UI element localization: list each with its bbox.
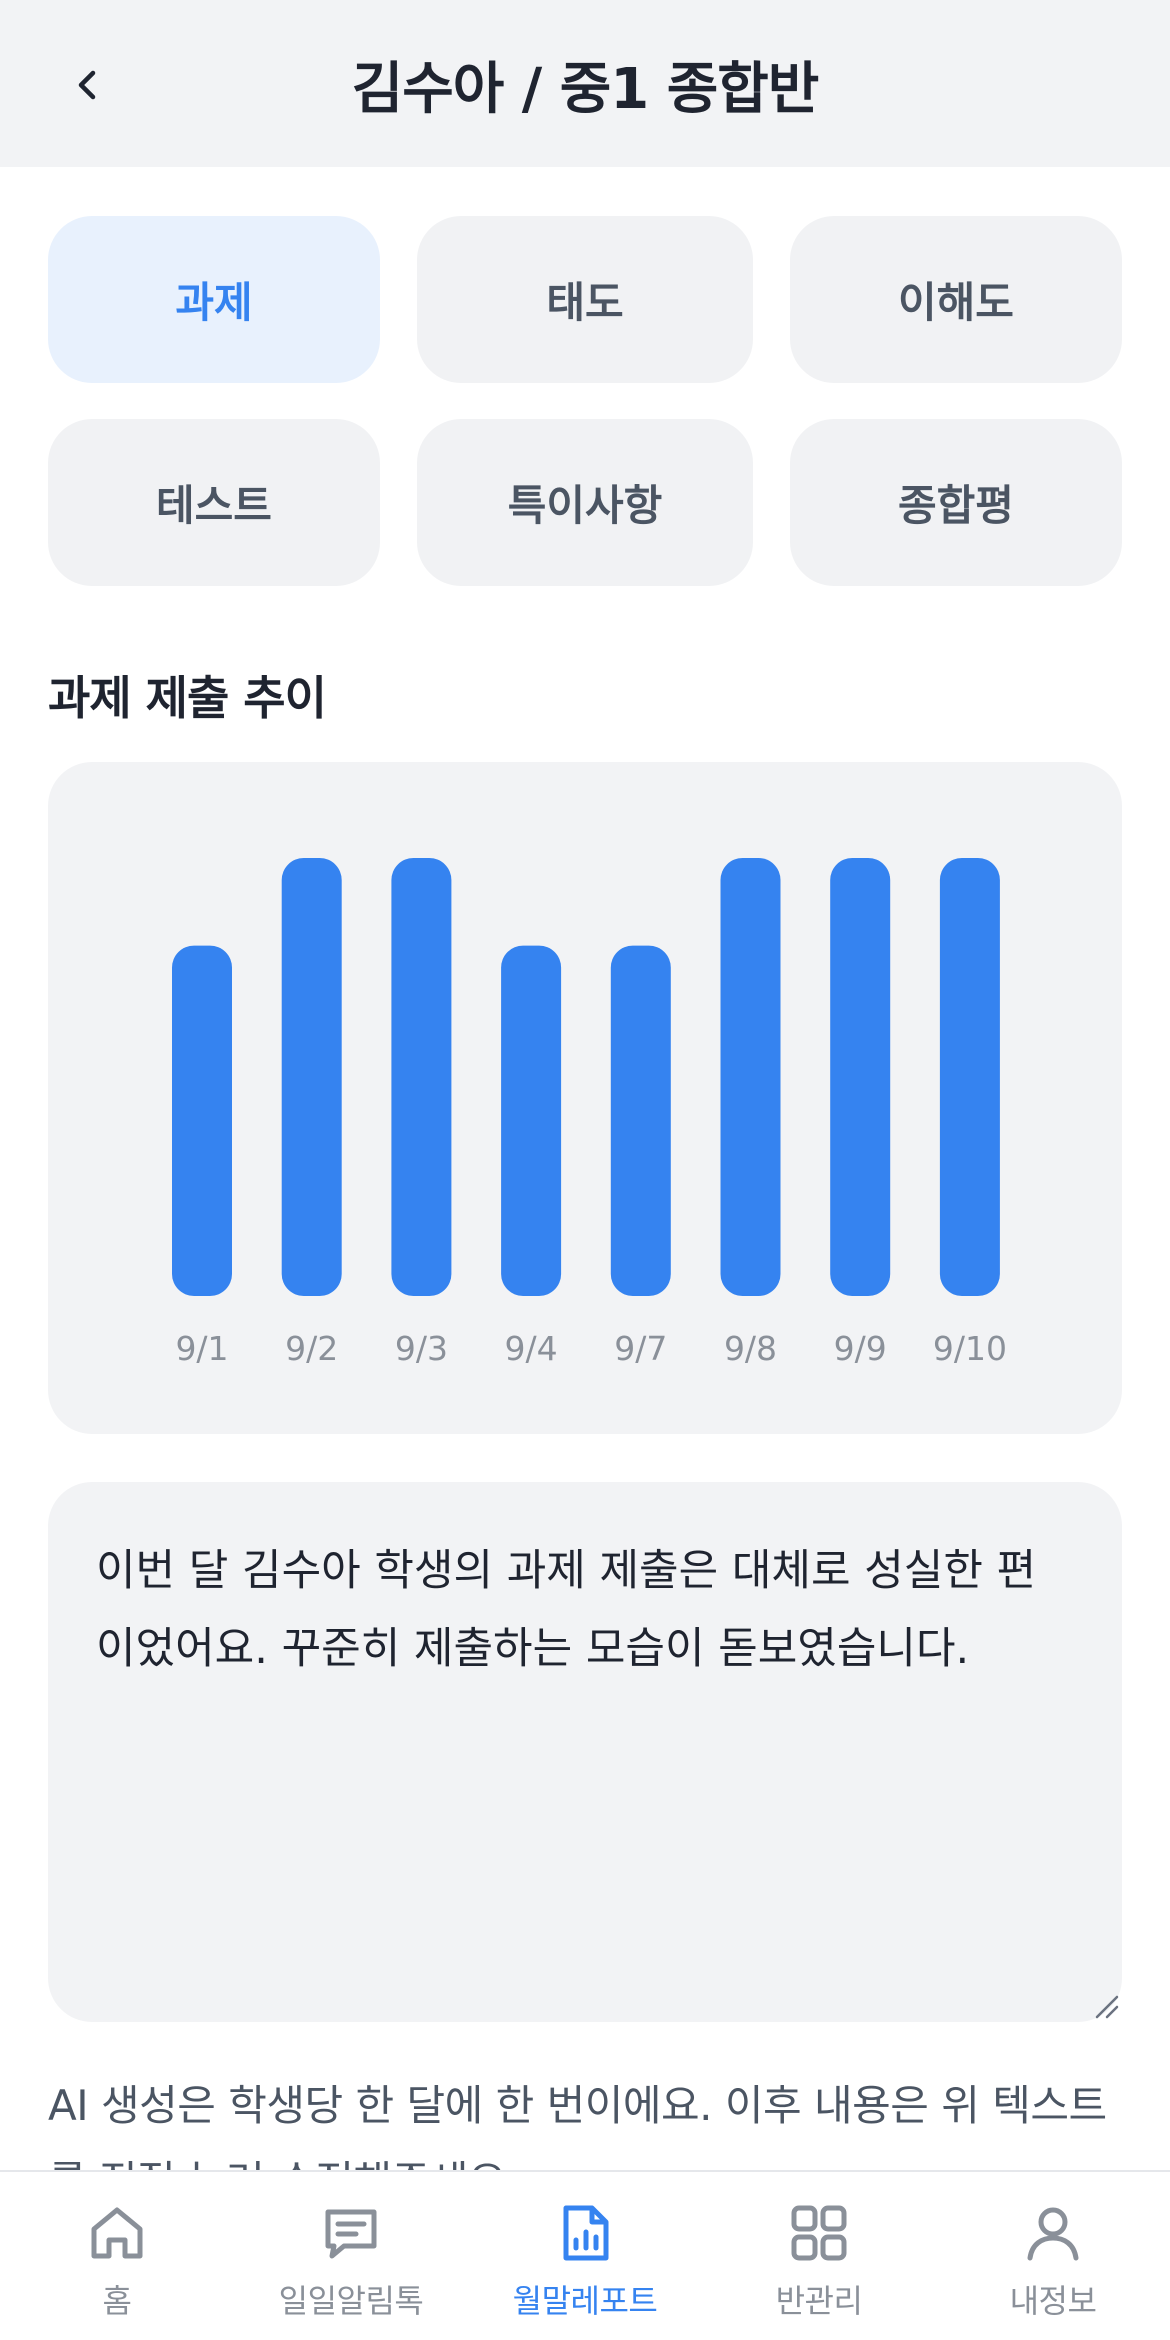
message-icon: [325, 2209, 377, 2259]
chart-bar-9/2: [281, 858, 342, 1296]
tab-notes[interactable]: 특이사항: [417, 419, 753, 586]
nav-label-monthly-report: 월말레포트: [512, 2282, 658, 2320]
chart-tick-label: 9/9: [834, 1329, 887, 1368]
nav-item-class-manage[interactable]: 반관리: [702, 2172, 936, 2340]
tab-overall[interactable]: 종합평: [790, 419, 1122, 586]
tab-understanding[interactable]: 이해도: [790, 216, 1122, 383]
chart-card: 9/1 9/2 9/3 9/4 9/7 9/8 9/9 9/10: [48, 762, 1122, 1434]
nav-item-my-info[interactable]: 내정보: [936, 2172, 1170, 2340]
chart-bar-9/4: [501, 945, 562, 1296]
chart-tick-label: 9/4: [505, 1329, 558, 1368]
chart-tick-label: 9/1: [175, 1329, 228, 1368]
chart-bar-9/8: [720, 858, 781, 1296]
chart-tick-label: 9/10: [933, 1329, 1007, 1368]
nav-label-class-manage: 반관리: [775, 2282, 863, 2320]
resize-handle-icon[interactable]: [1093, 1993, 1119, 2019]
bottom-nav: 홈 일일알림톡 월말레포트 반관리 내정보: [0, 2170, 1170, 2340]
user-icon: [1027, 2207, 1079, 2261]
nav-label-my-info: 내정보: [1009, 2282, 1097, 2320]
home-icon: [91, 2207, 143, 2259]
nav-label-daily-message: 일일알림톡: [278, 2282, 424, 2320]
tab-attitude[interactable]: 태도: [417, 216, 753, 383]
nav-item-home[interactable]: 홈: [0, 2172, 234, 2340]
chart-tick-label: 9/2: [285, 1329, 338, 1368]
chart-bar-9/1: [172, 945, 232, 1296]
chart-bar-9/7: [610, 945, 671, 1296]
chart-bar-9/9: [830, 858, 891, 1296]
comment-textarea[interactable]: 이번 달 김수아 학생의 과제 제출은 대체로 성실한 편이었어요. 꾸준히 제…: [48, 1482, 1122, 2022]
assignment-chart: 9/1 9/2 9/3 9/4 9/7 9/8 9/9 9/10: [172, 858, 1007, 1368]
chart-bar-9/10: [939, 858, 1000, 1296]
report-icon: [563, 2205, 609, 2261]
page-title: 김수아 / 중1 종합반: [351, 57, 820, 122]
chart-bar-9/3: [391, 858, 452, 1296]
chart-tick-label: 9/7: [614, 1329, 667, 1368]
nav-item-monthly-report[interactable]: 월말레포트: [468, 2172, 702, 2340]
app-header: 김수아 / 중1 종합반: [0, 0, 1170, 167]
category-tabs: 과제 태도 이해도 테스트 특이사항 종합평: [48, 216, 1122, 586]
tab-test[interactable]: 테스트: [48, 419, 380, 586]
chart-tick-label: 9/3: [395, 1329, 448, 1368]
tab-assignment[interactable]: 과제: [48, 216, 380, 383]
section-title: 과제 제출 추이: [48, 671, 327, 725]
grid-icon: [791, 2205, 847, 2261]
nav-label-home: 홈: [102, 2282, 132, 2320]
nav-item-daily-message[interactable]: 일일알림톡: [234, 2172, 468, 2340]
chart-tick-label: 9/8: [724, 1329, 777, 1368]
